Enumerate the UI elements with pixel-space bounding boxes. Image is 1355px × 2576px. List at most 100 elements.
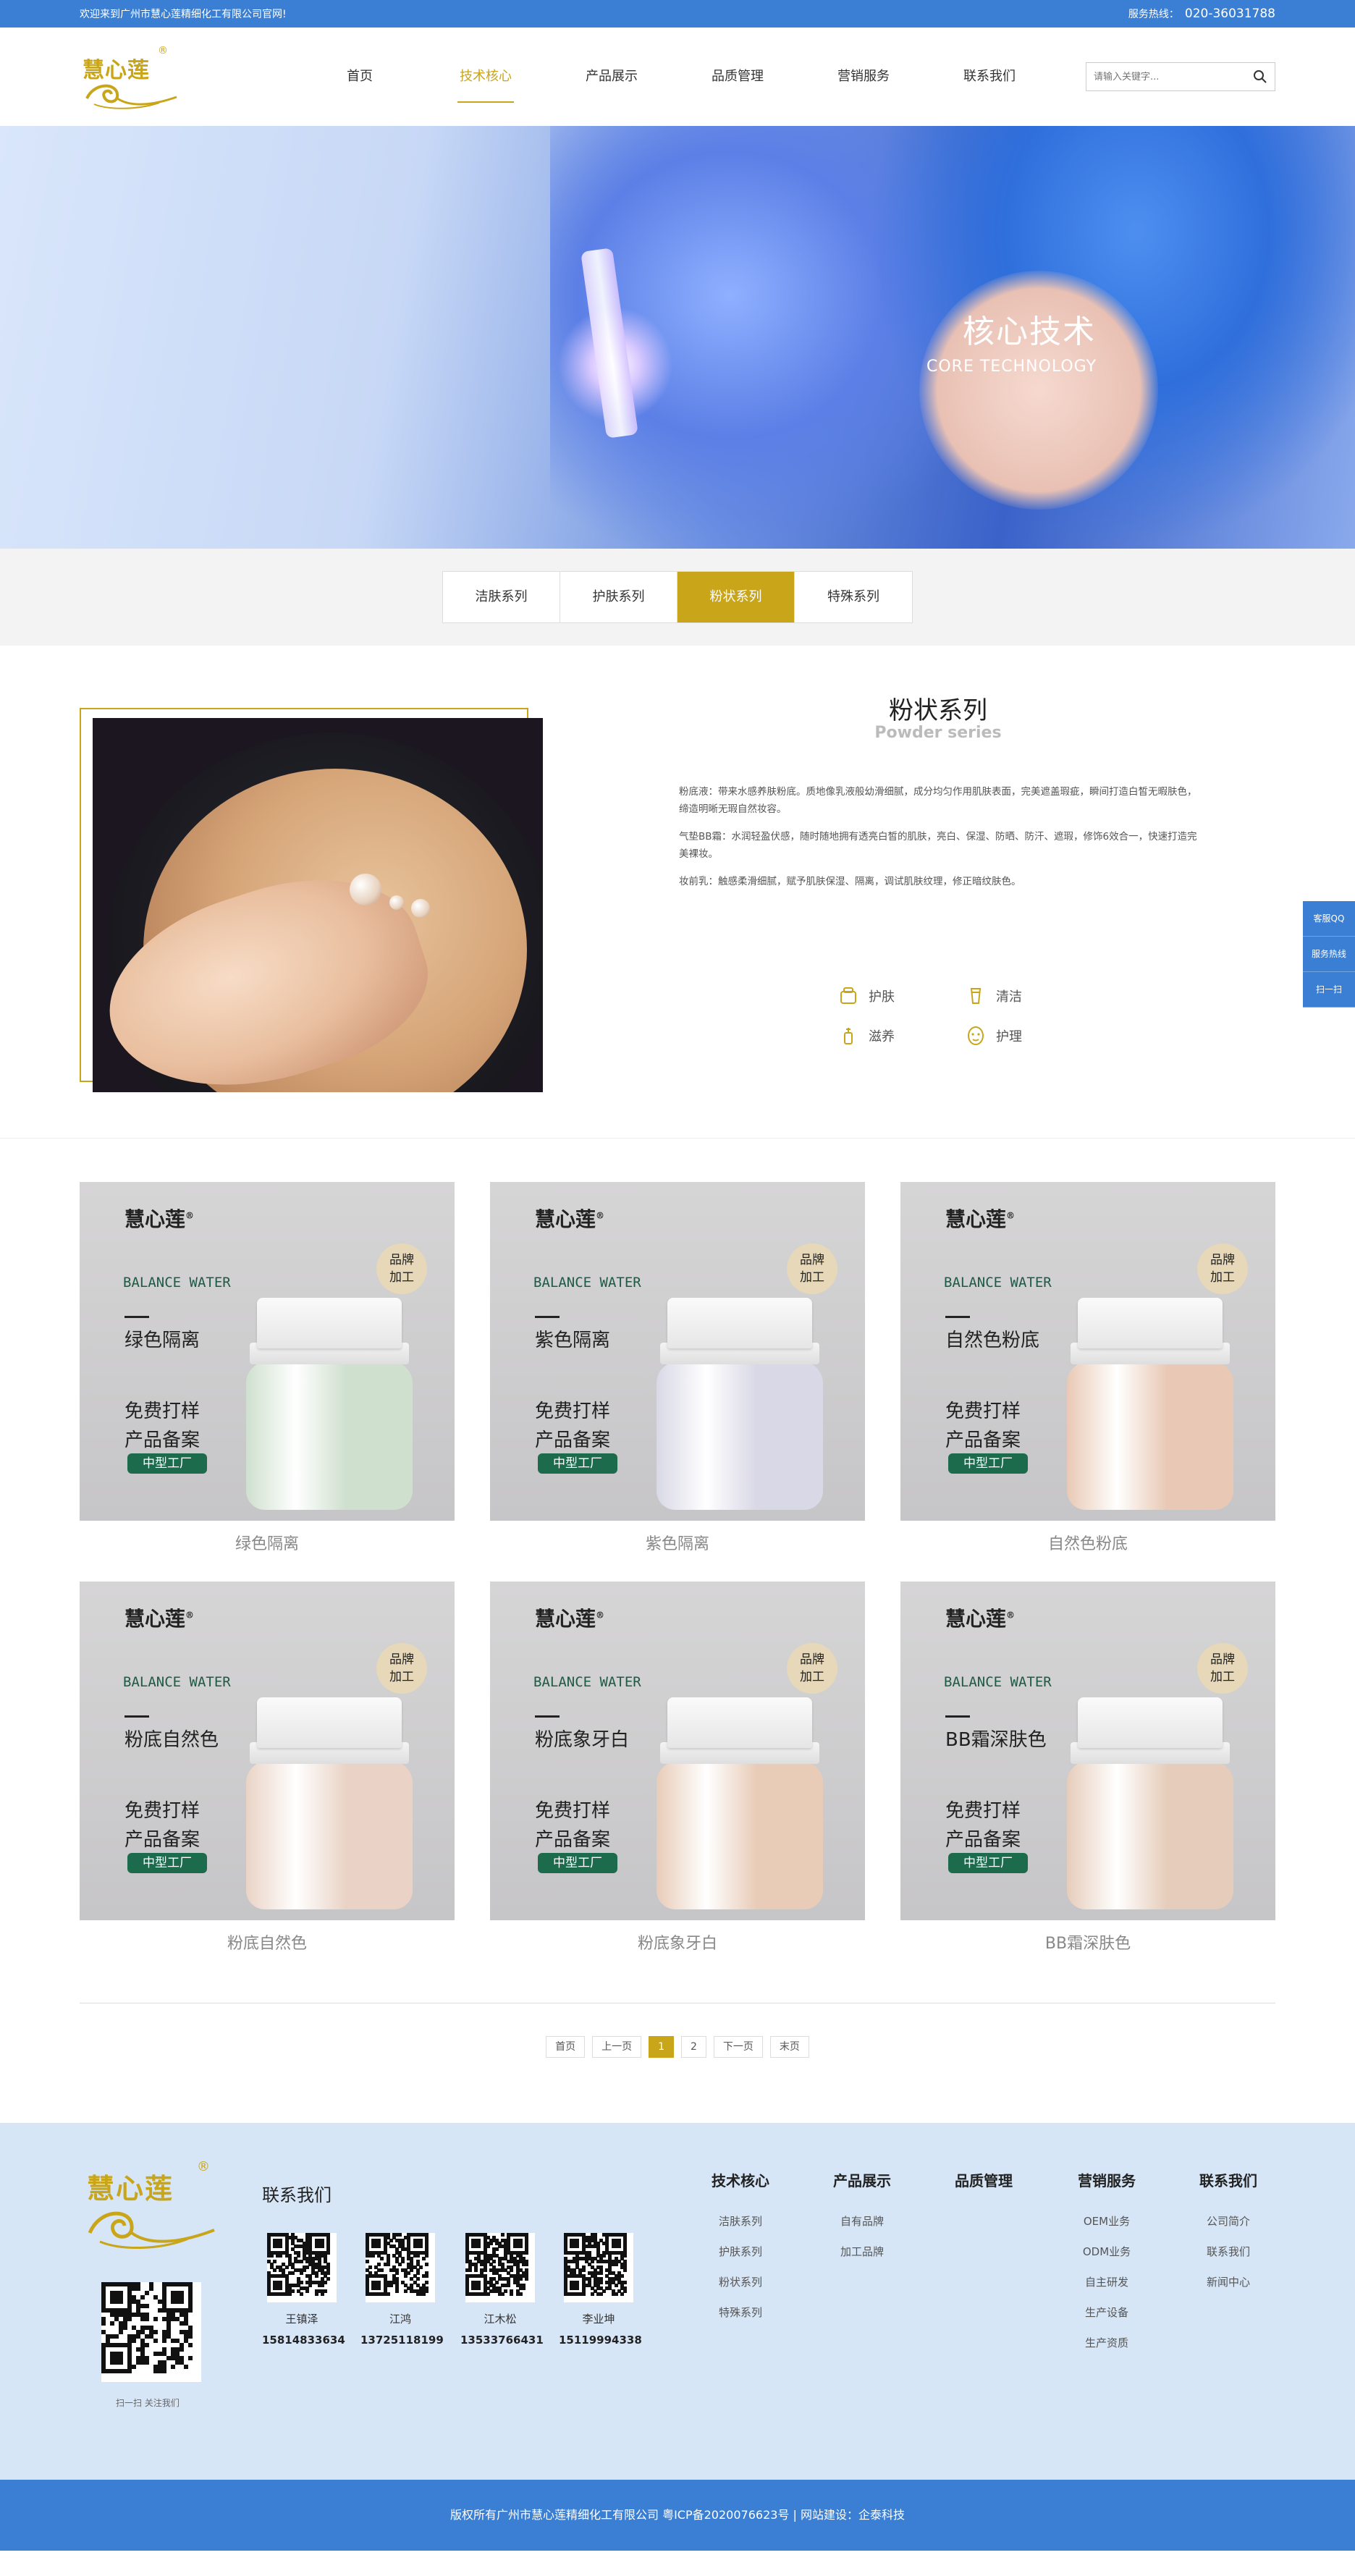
footer-column-title[interactable]: 技术核心 [693,2169,788,2190]
footer-link[interactable]: 联系我们 [1181,2237,1275,2267]
footer-link[interactable]: 护肤系列 [693,2237,788,2267]
page-1[interactable]: 1 [649,2036,674,2058]
nav-contact[interactable]: 联系我们 [926,28,1052,126]
footer-link[interactable]: 粉状系列 [693,2267,788,2297]
qr-module [501,2292,505,2296]
search-icon[interactable] [1253,69,1267,84]
product-image[interactable]: 慧心莲® BALANCE WATER 绿色隔离 免费打样 产品备案 中型工厂 品… [80,1182,455,1521]
jar-body [246,1761,413,1909]
product-name[interactable]: 粉底自然色 [80,1930,455,1959]
qr-module [145,2343,149,2347]
product-card[interactable]: 慧心莲® BALANCE WATER 粉底象牙白 免费打样 产品备案 中型工厂 … [490,1582,865,1959]
footer-link[interactable]: 洁肤系列 [693,2206,788,2237]
footer-link[interactable]: ODM业务 [1060,2237,1154,2267]
qr-module [620,2292,624,2296]
footer-link[interactable]: 特殊系列 [693,2297,788,2328]
footer-link[interactable]: 公司简介 [1181,2206,1275,2237]
side-qq-button[interactable]: 客服QQ [1303,901,1355,937]
page-first[interactable]: 首页 [546,2036,586,2058]
qr-module [140,2295,145,2300]
qr-module [380,2256,384,2260]
contact-qr-code [267,2233,337,2302]
footer-column-title[interactable]: 营销服务 [1060,2169,1154,2190]
footer-column-title[interactable]: 联系我们 [1181,2169,1275,2190]
contact-person: 江鸿 13725118199 [360,2233,444,2347]
jar-body [657,1761,823,1909]
jar-body [246,1361,413,1510]
nav-core-tech[interactable]: 技术核心 [423,28,549,126]
page-last[interactable]: 末页 [769,2036,809,2058]
product-name[interactable]: 粉底象牙白 [490,1930,865,1959]
footer-column-title[interactable]: 品质管理 [937,2169,1031,2190]
qr-module [162,2369,166,2373]
footer-link[interactable]: 自有品牌 [815,2206,909,2237]
footer-contact-title: 联系我们 [262,2185,332,2205]
page-2[interactable]: 2 [681,2036,706,2058]
product-image[interactable]: 慧心莲® BALANCE WATER 自然色粉底 免费打样 产品备案 中型工厂 … [900,1182,1275,1521]
product-image-title: 粉底自然色 [124,1729,219,1751]
product-image-title: 紫色隔离 [535,1330,611,1351]
product-brand: 慧心莲® [124,1207,195,1231]
qr-module [424,2262,429,2266]
footer-logo[interactable]: 慧心莲 ® [80,2159,217,2260]
product-jar [246,1298,413,1515]
footer-link[interactable]: OEM业务 [1060,2206,1154,2237]
product-filing: 产品备案 [535,1829,611,1851]
badge-line: 品牌 [389,1253,414,1267]
product-image[interactable]: 慧心莲® BALANCE WATER 粉底自然色 免费打样 产品备案 中型工厂 … [80,1582,455,1920]
search-input[interactable] [1094,71,1253,83]
product-image[interactable]: 慧心莲® BALANCE WATER 粉底象牙白 免费打样 产品备案 中型工厂 … [490,1582,865,1920]
footer-link[interactable]: 加工品牌 [815,2237,909,2267]
qr-module [614,2283,618,2287]
qr-module [114,2334,119,2339]
tab-special[interactable]: 特殊系列 [795,572,912,622]
product-free-sample: 免费打样 [945,1401,1021,1422]
badge-line: 加工 [1210,1270,1235,1285]
contact-phone: 13725118199 [360,2334,444,2347]
product-card[interactable]: 慧心莲® BALANCE WATER 自然色粉底 免费打样 产品备案 中型工厂 … [900,1182,1275,1560]
jar-body [657,1361,823,1510]
qr-module [132,2365,136,2369]
qr-module [101,2321,106,2326]
footer-link[interactable]: 新闻中心 [1181,2267,1275,2297]
product-oem-badge: 品牌 加工 [376,1643,427,1694]
product-name[interactable]: 紫色隔离 [490,1531,865,1560]
footer-link[interactable]: 生产设备 [1060,2297,1154,2328]
page-next[interactable]: 下一页 [713,2036,763,2058]
tab-skincare[interactable]: 护肤系列 [560,572,678,622]
tab-cleansing[interactable]: 洁肤系列 [443,572,560,622]
cleanse-icon [970,988,982,1004]
product-dash [124,1715,149,1718]
qr-module [279,2286,283,2290]
product-factory-tag: 中型工厂 [127,1453,207,1474]
product-brand: 慧心莲® [535,1207,605,1231]
qr-module [145,2317,149,2321]
side-scan-button[interactable]: 扫一扫 [1303,972,1355,1008]
footer-link[interactable]: 自主研发 [1060,2267,1154,2297]
product-name[interactable]: 自然色粉底 [900,1531,1275,1560]
product-image[interactable]: 慧心莲® BALANCE WATER 紫色隔离 免费打样 产品备案 中型工厂 品… [490,1182,865,1521]
product-name[interactable]: 绿色隔离 [80,1531,455,1560]
nav-products[interactable]: 产品展示 [549,28,675,126]
product-card[interactable]: 慧心莲® BALANCE WATER 绿色隔离 免费打样 产品备案 中型工厂 品… [80,1182,455,1560]
logo[interactable]: 慧心莲 ® [80,41,181,113]
qr-module [180,2300,184,2304]
footer-column-title[interactable]: 产品展示 [815,2169,909,2190]
qr-module [486,2292,490,2296]
nav-home[interactable]: 首页 [297,28,423,126]
footer-link[interactable]: 生产资质 [1060,2328,1154,2358]
contact-phone: 15814833634 [262,2334,345,2347]
product-name[interactable]: BB霜深肤色 [900,1930,1275,1959]
product-card[interactable]: 慧心莲® BALANCE WATER 紫色隔离 免费打样 产品备案 中型工厂 品… [490,1182,865,1560]
side-hotline-button[interactable]: 服务热线 [1303,937,1355,972]
footer-column: 品质管理 [937,2169,1031,2206]
tab-powder[interactable]: 粉状系列 [678,572,795,622]
footer-logo-text: 慧心莲 [87,2172,174,2205]
nav-quality[interactable]: 品质管理 [675,28,801,126]
product-image[interactable]: 慧心莲® BALANCE WATER BB霜深肤色 免费打样 产品备案 中型工厂… [900,1582,1275,1920]
qr-module [398,2262,402,2266]
nav-marketing[interactable]: 营销服务 [801,28,926,126]
page-prev[interactable]: 上一页 [592,2036,642,2058]
product-card[interactable]: 慧心莲® BALANCE WATER BB霜深肤色 免费打样 产品备案 中型工厂… [900,1582,1275,1959]
product-card[interactable]: 慧心莲® BALANCE WATER 粉底自然色 免费打样 产品备案 中型工厂 … [80,1582,455,1959]
